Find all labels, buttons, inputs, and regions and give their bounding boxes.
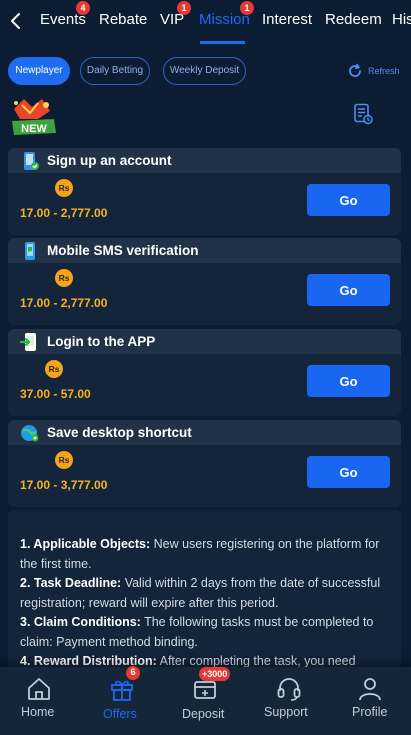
rupee-coin-icon: Rs	[45, 360, 63, 378]
go-button[interactable]: Go	[307, 456, 390, 488]
task-title: Login to the APP	[47, 334, 156, 349]
go-button[interactable]: Go	[307, 184, 390, 216]
deposit-badge: +3000	[199, 667, 231, 681]
reward-range: 17.00 - 2,777.00	[20, 296, 108, 310]
nav-support[interactable]: Support	[252, 667, 326, 735]
tab-history[interactable]: His	[392, 11, 411, 28]
rule-label: 2. Task Deadline:	[20, 576, 122, 590]
task-card-header: Save desktop shortcut	[8, 420, 401, 445]
refresh-label: Refresh	[368, 66, 400, 76]
reward-range: 17.00 - 2,777.00	[20, 206, 108, 220]
nav-profile-label: Profile	[352, 705, 388, 719]
tab-interest[interactable]: Interest	[262, 11, 312, 28]
nav-deposit[interactable]: +3000 Deposit	[166, 667, 246, 735]
rule-text: After completing the task, you need	[159, 654, 356, 668]
tab-vip-badge: 1	[177, 1, 191, 15]
task-card-header: Sign up an account	[8, 148, 401, 173]
profile-icon	[359, 678, 381, 701]
tab-events-badge: 4	[76, 1, 90, 15]
nav-offers[interactable]: 6 Offers	[82, 666, 162, 735]
app-login-icon	[20, 333, 36, 351]
task-card: Mobile SMS verification Rs 17.00 - 2,777…	[8, 238, 401, 325]
rule-item: 1. Applicable Objects: New users registe…	[20, 535, 392, 574]
rule-item: 3. Claim Conditions: The following tasks…	[20, 613, 392, 652]
tab-redeem[interactable]: Redeem	[325, 11, 382, 28]
home-icon	[28, 678, 50, 700]
phone-check-icon	[24, 152, 39, 170]
mobile-sms-icon	[25, 242, 35, 260]
task-card: Save desktop shortcut Rs 17.00 - 3,777.0…	[8, 420, 401, 507]
rules-text: 1. Applicable Objects: New users registe…	[20, 535, 392, 672]
nav-profile[interactable]: Profile	[336, 667, 406, 735]
rupee-coin-icon: Rs	[55, 269, 73, 287]
tab-mission-badge: 1	[240, 1, 254, 15]
nav-home-label: Home	[21, 705, 55, 719]
task-record-icon[interactable]	[353, 103, 373, 125]
reward-range: 17.00 - 3,777.00	[20, 478, 108, 492]
rupee-coin-icon: Rs	[55, 451, 73, 469]
top-tab-bar: Events 4 Rebate VIP 1 Mission 1 Interest…	[0, 0, 411, 44]
refresh-icon	[349, 63, 361, 77]
task-card-header: Login to the APP	[8, 329, 401, 354]
reward-range: 37.00 - 57.00	[20, 387, 91, 401]
rupee-coin-icon: Rs	[55, 179, 73, 197]
back-arrow-icon[interactable]	[6, 9, 26, 33]
mission-rules-panel: 1. Applicable Objects: New users registe…	[8, 510, 401, 676]
filter-daily-betting[interactable]: Daily Betting	[80, 57, 150, 85]
desktop-shortcut-icon	[21, 425, 39, 442]
rule-label: 1. Applicable Objects:	[20, 537, 151, 551]
headset-icon	[277, 678, 301, 701]
new-player-badge-icon: NEW	[12, 99, 56, 135]
go-button[interactable]: Go	[307, 365, 390, 397]
offers-badge: 6	[126, 666, 140, 680]
nav-home[interactable]: Home	[0, 667, 78, 735]
active-tab-indicator	[200, 41, 245, 44]
nav-deposit-label: Deposit	[182, 707, 225, 721]
tab-rebate[interactable]: Rebate	[99, 11, 147, 28]
new-badge-text: NEW	[21, 123, 47, 135]
go-button[interactable]: Go	[307, 274, 390, 306]
nav-offers-label: Offers	[103, 707, 137, 721]
task-title: Mobile SMS verification	[47, 243, 199, 258]
refresh-button[interactable]: Refresh	[347, 62, 400, 80]
filter-newplayer[interactable]: Newplayer	[8, 57, 70, 85]
task-title: Sign up an account	[47, 153, 172, 168]
bottom-navigation: Home 6 Offers +3000 Deposit Support Prof…	[0, 666, 411, 735]
task-title: Save desktop shortcut	[47, 425, 192, 440]
task-card-header: Mobile SMS verification	[8, 238, 401, 263]
nav-support-label: Support	[264, 705, 308, 719]
rule-item: 2. Task Deadline: Valid within 2 days fr…	[20, 574, 392, 613]
task-card: Login to the APP Rs 37.00 - 57.00 Go	[8, 329, 401, 416]
rule-label: 3. Claim Conditions:	[20, 615, 141, 629]
task-card: Sign up an account Rs 17.00 - 2,777.00 G…	[8, 148, 401, 235]
filter-weekly-deposit[interactable]: Weekly Deposit	[163, 57, 246, 85]
